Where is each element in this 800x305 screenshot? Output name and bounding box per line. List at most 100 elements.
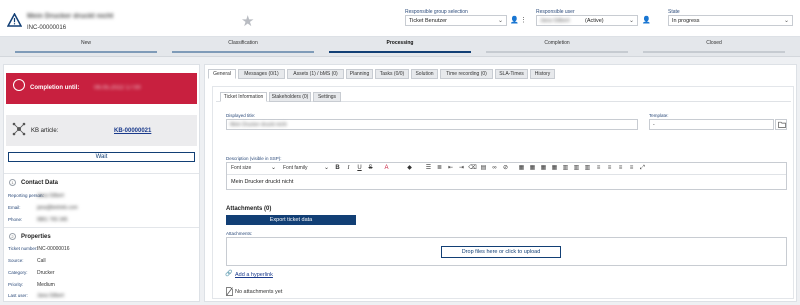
subtab-stakeholders[interactable]: Stakeholders (0) xyxy=(269,92,311,102)
subtab-settings[interactable]: Settings xyxy=(313,92,341,102)
state-value: In progress xyxy=(672,18,700,24)
chevron-down-icon: ⌄ xyxy=(783,18,789,24)
property-key: Priority: xyxy=(8,282,24,287)
font-size-label: Font size xyxy=(231,165,252,171)
add-hyperlink-link[interactable]: Add a hyperlink xyxy=(235,272,273,278)
tab-solution[interactable]: Solution xyxy=(411,69,438,79)
contact-data-heading: Contact Data xyxy=(21,180,59,186)
description-editor[interactable]: Font size ⌄ Font family ⌄ B I U S A ◆ ☰ ≣ … xyxy=(226,162,787,190)
kb-article-label: KB article: xyxy=(31,128,59,134)
wait-button[interactable]: Wait xyxy=(8,152,195,162)
table-column-after-icon[interactable]: ▥ xyxy=(572,164,581,173)
chevron-down-icon: ⌄ xyxy=(323,165,329,171)
contact-key: Phone: xyxy=(8,217,23,222)
contact-value: Jana Gilbert xyxy=(37,193,64,199)
section-number-badge[interactable]: 2 xyxy=(9,233,16,240)
attachments-label: Attachments: xyxy=(226,231,253,236)
displayed-title-label: Displayed title: xyxy=(226,113,256,118)
tab-messages[interactable]: Messages (0/1) xyxy=(238,69,285,79)
step-closed[interactable]: Closed xyxy=(643,40,785,53)
tab-tasks[interactable]: Tasks (0/0) xyxy=(375,69,409,79)
bullet-list-icon[interactable]: ☰ xyxy=(424,164,433,173)
italic-icon[interactable]: I xyxy=(344,164,353,173)
subtabs: Ticket Information Stakeholders (0) Sett… xyxy=(216,90,791,102)
state-dropdown[interactable]: In progress ⌄ xyxy=(668,15,793,26)
tab-history[interactable]: History xyxy=(530,69,555,79)
step-classification[interactable]: Classification xyxy=(172,40,314,53)
file-drop-zone[interactable]: Drop files here or click to upload xyxy=(226,237,787,266)
table-row-after-icon[interactable]: ▦ xyxy=(539,164,548,173)
user-icon[interactable]: 👤 xyxy=(510,16,519,24)
more-options-icon[interactable]: ⋮ xyxy=(520,16,527,24)
table-row-delete-icon[interactable]: ▦ xyxy=(550,164,559,173)
align-center-icon[interactable]: ≡ xyxy=(605,164,614,173)
clear-format-icon[interactable]: ⌫ xyxy=(468,164,477,173)
indent-icon[interactable]: ⇥ xyxy=(457,164,466,173)
group-selection-value: Ticket Benutzer xyxy=(409,18,448,24)
tab-assets[interactable]: Assets (1) / bMS (0) xyxy=(287,69,344,79)
step-processing[interactable]: Processing xyxy=(329,40,471,53)
kb-article-link[interactable]: KB-00000021 xyxy=(114,128,151,134)
outdent-icon[interactable]: ⇤ xyxy=(446,164,455,173)
completion-value: 06.05.2022 17:00 xyxy=(94,85,141,91)
table-row-before-icon[interactable]: ▦ xyxy=(528,164,537,173)
property-value: Jana Gilbert xyxy=(37,293,64,299)
completion-banner: Completion until: 06.05.2022 17:00 xyxy=(6,73,197,104)
displayed-title-input[interactable]: Mein Drucker druckt nicht xyxy=(226,119,638,130)
export-ticket-data-button[interactable]: Export ticket data xyxy=(226,215,356,225)
fullscreen-icon[interactable]: ⤢ xyxy=(638,164,647,173)
general-tab-content: Ticket Information Stakeholders (0) Sett… xyxy=(212,86,794,299)
contact-value: jana@betrieb.com xyxy=(37,205,78,211)
unlink-icon[interactable]: ⊘ xyxy=(501,164,510,173)
table-icon[interactable]: ▦ xyxy=(517,164,526,173)
tab-sla-times[interactable]: SLA-Times xyxy=(495,69,528,79)
property-key: Ticket number: xyxy=(8,246,38,251)
ticket-header: Mein Drucker druckt nicht INC-00000016 ★… xyxy=(0,0,800,37)
link-icon[interactable]: ∞ xyxy=(490,164,499,173)
kb-article-box: KB article: KB-00000021 xyxy=(6,115,197,146)
bold-icon[interactable]: B xyxy=(333,164,342,173)
property-value: Drucker xyxy=(37,270,55,276)
subtab-ticket-information[interactable]: Ticket Information xyxy=(220,92,267,102)
tab-time-recording[interactable]: Time recording (0) xyxy=(440,69,493,79)
responsible-user-status: (Active) xyxy=(585,18,604,24)
align-right-icon[interactable]: ≡ xyxy=(616,164,625,173)
displayed-title-value: Mein Drucker druckt nicht xyxy=(230,122,287,128)
section-number-badge[interactable]: 1 xyxy=(9,179,16,186)
properties-heading: Properties xyxy=(21,234,51,240)
ticket-title: Mein Drucker druckt nicht xyxy=(27,13,114,20)
numbered-list-icon[interactable]: ≣ xyxy=(435,164,444,173)
template-input[interactable]: - xyxy=(649,119,774,130)
link-icon: 🔗 xyxy=(225,271,233,277)
no-file-icon xyxy=(226,287,233,296)
user-icon[interactable]: 👤 xyxy=(642,16,651,24)
highlight-color-icon[interactable]: ◆ xyxy=(405,164,414,173)
step-new[interactable]: New xyxy=(15,40,157,53)
properties-section: 2 Properties Ticket number: INC-00000016… xyxy=(4,227,199,301)
favorite-star-icon[interactable]: ★ xyxy=(241,14,254,29)
table-column-delete-icon[interactable]: ▥ xyxy=(583,164,592,173)
upload-button[interactable]: Drop files here or click to upload xyxy=(441,246,561,258)
align-justify-icon[interactable]: ≡ xyxy=(627,164,636,173)
process-steps: New Classification Processing Completion… xyxy=(0,37,800,57)
step-completion[interactable]: Completion xyxy=(486,40,628,53)
network-icon xyxy=(12,122,26,136)
template-folder-button[interactable] xyxy=(775,119,787,130)
responsible-user-dropdown[interactable]: Jana Gilbert (Active) ⌄ xyxy=(536,15,638,26)
underline-icon[interactable]: U xyxy=(355,164,364,173)
font-size-select[interactable]: Font size ⌄ xyxy=(231,165,276,173)
tab-general[interactable]: General xyxy=(208,69,236,79)
property-key: Last user: xyxy=(8,293,28,298)
description-label: Description (visible in SSP): xyxy=(226,156,282,161)
paste-icon[interactable]: ▤ xyxy=(479,164,488,173)
tab-planning[interactable]: Planning xyxy=(346,69,373,79)
warning-icon xyxy=(7,13,22,27)
table-column-before-icon[interactable]: ▥ xyxy=(561,164,570,173)
align-left-icon[interactable]: ≡ xyxy=(594,164,603,173)
description-text: Mein Drucker druckt nicht xyxy=(231,179,294,185)
strikethrough-icon[interactable]: S xyxy=(366,164,375,173)
font-family-select[interactable]: Font family ⌄ xyxy=(283,165,329,173)
contact-value: 0861 765 345 xyxy=(37,217,68,223)
group-selection-dropdown[interactable]: Ticket Benutzer ⌄ xyxy=(405,15,507,26)
text-color-icon[interactable]: A xyxy=(382,164,391,173)
